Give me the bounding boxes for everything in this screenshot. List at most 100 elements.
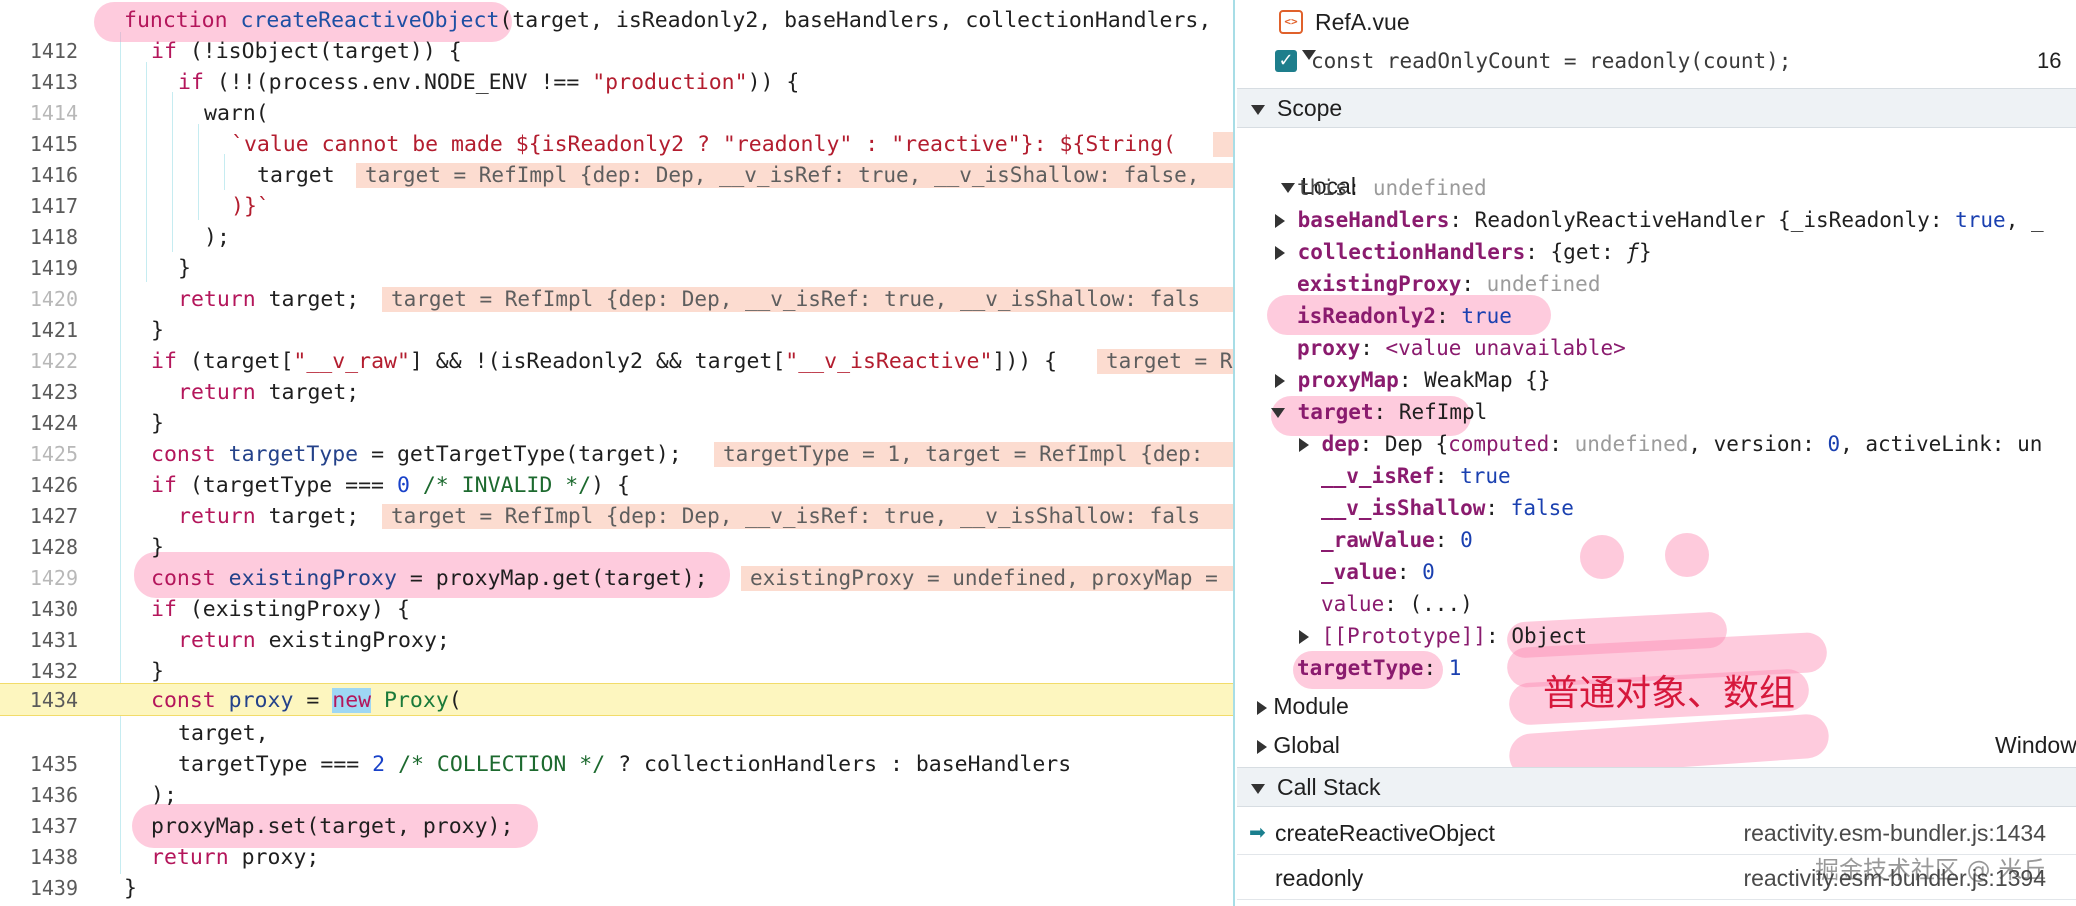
code-line: 1437 ); — [0, 780, 1233, 838]
var-value-getter[interactable]: value: (...) — [1321, 588, 1473, 620]
code-line: 1427 if (targetType === 0 /* INVALID */)… — [0, 470, 1233, 528]
var-collectionHandlers[interactable]: collectionHandlers: {get: ƒ} — [1275, 236, 1652, 268]
selected-token[interactable]: new — [332, 688, 372, 713]
var-value: , _ — [2005, 208, 2044, 232]
code-token: if — [151, 473, 190, 498]
callstack-label: Call Stack — [1277, 774, 1381, 800]
code-token: target; — [268, 380, 360, 405]
code-line: 1432 return existingProxy; — [0, 625, 1233, 683]
chevron-down-icon[interactable] — [1280, 182, 1295, 193]
code-token: ] && !(isReadonly2 && target[ — [409, 349, 786, 374]
inline-value: target = RefImpl {dep: Dep, __v_isRef: t… — [382, 287, 1233, 312]
breakpoint-checkbox[interactable]: ✓ — [1275, 50, 1297, 72]
callstack-section-header[interactable]: Call Stack — [1237, 767, 2076, 807]
code-token: return — [178, 287, 269, 312]
call-frame-active[interactable]: ➡ createReactiveObject reactivity.esm-bu… — [1237, 811, 2076, 855]
frame-location: reactivity.esm-bundler.js:1434 — [1743, 820, 2046, 846]
current-execution-line: 1434 const proxy = new Proxy( — [0, 683, 1233, 716]
code-line: 1412 function createReactiveObject(targe… — [0, 5, 1233, 63]
code-token: ( — [448, 688, 462, 713]
var-key: _value — [1321, 560, 1397, 584]
chevron-right-icon[interactable] — [1275, 214, 1285, 228]
breakpoint-file-name: RefA.vue — [1315, 9, 1410, 35]
var-key: __v_isRef — [1321, 464, 1435, 488]
chevron-down-icon[interactable] — [1251, 104, 1265, 115]
code-token: proxy — [228, 688, 294, 713]
var-target[interactable]: target: RefImpl — [1271, 396, 1487, 428]
var-rawValue: _rawValue: 0 — [1321, 528, 1473, 552]
var-value[interactable]: (...) — [1410, 592, 1473, 616]
code-line: 1429 } — [0, 532, 1233, 590]
code-token: Proxy — [371, 688, 449, 713]
chevron-right-icon[interactable] — [1275, 374, 1285, 388]
chevron-right-icon[interactable] — [1275, 246, 1285, 260]
var-value: Dep { — [1384, 432, 1449, 456]
code-token: } — [124, 876, 137, 901]
var-prototype[interactable]: [[Prototype]]: Object — [1299, 620, 1587, 652]
code-token: ); — [204, 225, 230, 250]
code-line: 1424 return target; — [0, 377, 1233, 435]
inline-value: i — [1213, 132, 1233, 157]
code-token: "__v_isReactive" — [785, 349, 993, 374]
code-line: 1428 return target; target = RefImpl {de… — [0, 501, 1233, 559]
var-key: proxyMap — [1297, 368, 1399, 392]
var-proxy: proxy: <value unavailable> — [1297, 336, 1626, 360]
var-dep[interactable]: dep: Dep {computed: undefined, version: … — [1299, 428, 2042, 460]
code-token: createReactiveObject — [240, 8, 500, 33]
code-token: target; — [268, 287, 360, 312]
code-token: warn( — [204, 101, 269, 126]
scope-label: Scope — [1277, 95, 1343, 121]
chevron-down-icon[interactable] — [1251, 783, 1265, 794]
var-value: WeakMap {} — [1424, 368, 1551, 392]
global-scope-row[interactable]: Global — [1257, 727, 1340, 763]
code-line: 1415 warn( — [0, 98, 1233, 156]
var-proxyMap[interactable]: proxyMap: WeakMap {} — [1275, 364, 1551, 396]
var-value: undefined — [1486, 272, 1601, 296]
var-value: undefined — [1372, 176, 1487, 200]
var-isShallow: __v_isShallow: false — [1321, 496, 1574, 520]
chevron-right-icon[interactable] — [1257, 700, 1267, 715]
code-token: existingProxy — [228, 566, 397, 591]
code-token: proxy; — [241, 845, 320, 870]
scope-section-header[interactable]: Scope — [1237, 88, 2076, 128]
watermark: 掘金技术社区 @ 米丘 — [1815, 856, 2047, 884]
code-token: (!!(process.env.NODE_ENV !== — [216, 70, 593, 95]
chevron-right-icon[interactable] — [1299, 438, 1309, 452]
inline-value: targetType = 1, target = RefImpl {dep: — [714, 442, 1233, 467]
code-token: existingProxy; — [268, 628, 450, 653]
var-key: proxy — [1297, 336, 1361, 360]
var-value: <value unavailable> — [1385, 336, 1626, 360]
code-editor[interactable]: 1412 function createReactiveObject(targe… — [0, 0, 1235, 906]
code-token: return — [178, 504, 269, 529]
inline-value: existingProxy = undefined, proxyMap = — [741, 566, 1233, 591]
var-existingProxy: existingProxy: undefined — [1297, 272, 1601, 296]
code-line: 1416 `value cannot be made ${isReadonly2… — [0, 129, 1233, 187]
code-token: const — [151, 688, 229, 713]
code-token: return — [151, 845, 242, 870]
code-token: /* COLLECTION */ — [385, 752, 606, 777]
code-token: target; — [268, 504, 360, 529]
var-key: this — [1297, 176, 1348, 200]
var-key: dep — [1321, 432, 1360, 456]
code-line: 1423 if (target["__v_raw"] && !(isReadon… — [0, 346, 1233, 404]
code-token: target — [257, 163, 348, 188]
code-token: } — [178, 256, 191, 281]
code-line: 1419 ); — [0, 222, 1233, 280]
chevron-right-icon[interactable] — [1257, 739, 1267, 754]
var-value: ReadonlyReactiveHandler {_isReadonly: — [1474, 208, 1956, 232]
var-baseHandlers[interactable]: baseHandlers: ReadonlyReactiveHandler {_… — [1275, 204, 2044, 236]
code-token: return — [178, 380, 269, 405]
chevron-down-icon[interactable] — [1271, 408, 1285, 418]
var-value: _value: 0 — [1321, 560, 1435, 584]
global-value: Window — [1995, 732, 2076, 758]
inline-value: target = RefImpl {dep: Dep, __v_isRef: t… — [356, 163, 1233, 188]
local-scope-row[interactable]: Local — [1255, 138, 1356, 199]
inline-value: target = R — [1097, 349, 1233, 374]
var-value: ƒ — [1626, 240, 1640, 264]
var-targetType: targetType: 1 — [1297, 656, 1462, 680]
highlight-dot — [1580, 535, 1624, 579]
module-scope-row[interactable]: Module — [1257, 688, 1349, 724]
chevron-right-icon[interactable] — [1299, 630, 1309, 644]
code-token: "reactive" — [891, 132, 1021, 157]
line-number: 1434 — [29, 688, 78, 712]
